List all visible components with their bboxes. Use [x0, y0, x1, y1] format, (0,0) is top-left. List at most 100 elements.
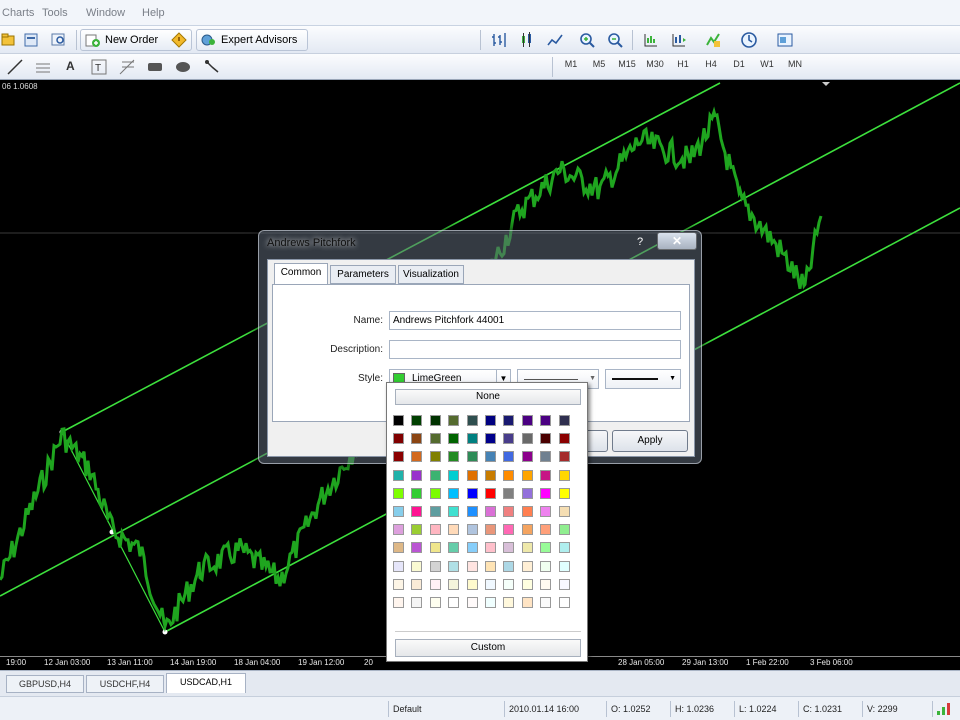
- color-swatch-cell[interactable]: [466, 506, 478, 517]
- tab-usdchf[interactable]: USDCHF,H4: [86, 675, 164, 693]
- color-swatch-cell[interactable]: [521, 560, 533, 572]
- color-swatch-cell[interactable]: [485, 487, 496, 499]
- timeframe-mn[interactable]: MN: [783, 59, 807, 69]
- color-swatch-cell[interactable]: [393, 542, 404, 554]
- fibonacci-tool-icon[interactable]: [118, 58, 136, 76]
- color-swatch-cell[interactable]: [393, 451, 404, 463]
- color-swatch-cell[interactable]: [485, 542, 496, 554]
- text-label-tool-icon[interactable]: T: [90, 58, 108, 76]
- ellipse-tool-icon[interactable]: [174, 58, 192, 76]
- color-swatch-cell[interactable]: [503, 597, 515, 608]
- zoom-in-icon[interactable]: [578, 31, 596, 49]
- color-swatch-cell[interactable]: [485, 451, 496, 463]
- menu-help[interactable]: Help: [142, 7, 165, 19]
- menu-window[interactable]: Window: [86, 7, 125, 19]
- color-swatch-cell[interactable]: [521, 542, 533, 554]
- color-swatch-cell[interactable]: [429, 469, 441, 481]
- apply-button[interactable]: Apply: [612, 430, 688, 452]
- color-swatch-cell[interactable]: [411, 542, 423, 554]
- color-swatch-cell[interactable]: [521, 597, 533, 608]
- color-swatch-cell[interactable]: [521, 487, 533, 499]
- color-swatch-cell[interactable]: [540, 542, 552, 554]
- color-swatch-cell[interactable]: [429, 487, 441, 499]
- zoom-window-icon[interactable]: [50, 31, 68, 49]
- color-swatch-cell[interactable]: [411, 469, 423, 481]
- indicators-icon[interactable]: [704, 31, 722, 49]
- color-swatch-cell[interactable]: [485, 560, 496, 572]
- timeframe-m5[interactable]: M5: [587, 59, 611, 69]
- timeframe-h4[interactable]: H4: [699, 59, 723, 69]
- color-swatch-cell[interactable]: [503, 415, 515, 426]
- color-swatch-cell[interactable]: [558, 469, 570, 481]
- color-swatch-cell[interactable]: [393, 524, 404, 536]
- trendline-tool-icon[interactable]: [6, 58, 24, 76]
- color-swatch-cell[interactable]: [503, 578, 515, 590]
- color-swatch-cell[interactable]: [429, 578, 441, 590]
- color-swatch-cell[interactable]: [448, 469, 460, 481]
- color-swatch-cell[interactable]: [466, 469, 478, 481]
- color-swatch-cell[interactable]: [411, 487, 423, 499]
- color-swatch-cell[interactable]: [411, 560, 423, 572]
- color-swatch-cell[interactable]: [503, 451, 515, 463]
- color-swatch-cell[interactable]: [466, 433, 478, 445]
- color-swatch-cell[interactable]: [540, 578, 552, 590]
- tab-gbpusd[interactable]: GBPUSD,H4: [6, 675, 84, 693]
- color-swatch-cell[interactable]: [558, 524, 570, 536]
- color-swatch-cell[interactable]: [448, 560, 460, 572]
- color-swatch-cell[interactable]: [540, 506, 552, 517]
- color-swatch-cell[interactable]: [540, 560, 552, 572]
- color-swatch-cell[interactable]: [393, 487, 404, 499]
- new-chart-icon[interactable]: [0, 31, 18, 49]
- color-swatch-cell[interactable]: [521, 415, 533, 426]
- tab-parameters[interactable]: Parameters: [330, 265, 396, 284]
- horizontal-line-tool-icon[interactable]: [34, 58, 52, 76]
- color-swatch-cell[interactable]: [540, 469, 552, 481]
- color-swatch-cell[interactable]: [448, 415, 460, 426]
- color-swatch-cell[interactable]: [429, 451, 441, 463]
- color-swatch-cell[interactable]: [448, 524, 460, 536]
- tab-usdcad[interactable]: USDCAD,H1: [166, 673, 246, 693]
- menu-charts[interactable]: Charts: [2, 7, 34, 19]
- color-swatch-cell[interactable]: [466, 597, 478, 608]
- arrows-tool-icon[interactable]: [204, 58, 222, 76]
- color-swatch-cell[interactable]: [558, 542, 570, 554]
- color-swatch-cell[interactable]: [503, 506, 515, 517]
- color-swatch-cell[interactable]: [393, 506, 404, 517]
- color-swatch-cell[interactable]: [393, 597, 404, 608]
- color-swatch-cell[interactable]: [429, 542, 441, 554]
- timeframe-m30[interactable]: M30: [643, 59, 667, 69]
- color-swatch-cell[interactable]: [485, 524, 496, 536]
- color-swatch-cell[interactable]: [411, 451, 423, 463]
- color-swatch-cell[interactable]: [521, 506, 533, 517]
- description-field[interactable]: [389, 340, 681, 359]
- color-swatch-cell[interactable]: [411, 578, 423, 590]
- color-swatch-cell[interactable]: [540, 451, 552, 463]
- color-swatch-cell[interactable]: [558, 506, 570, 517]
- timeframe-m1[interactable]: M1: [559, 59, 583, 69]
- color-swatch-cell[interactable]: [466, 415, 478, 426]
- color-swatch-cell[interactable]: [393, 469, 404, 481]
- templates-icon[interactable]: [776, 31, 794, 49]
- color-swatch-cell[interactable]: [558, 597, 570, 608]
- line-chart-icon[interactable]: [546, 31, 564, 49]
- color-swatch-cell[interactable]: [540, 524, 552, 536]
- channel-tool-icon[interactable]: [146, 58, 164, 76]
- color-swatch-cell[interactable]: [393, 433, 404, 445]
- tab-visualization[interactable]: Visualization: [398, 265, 464, 284]
- color-swatch-cell[interactable]: [558, 578, 570, 590]
- color-swatch-cell[interactable]: [503, 469, 515, 481]
- color-swatch-cell[interactable]: [448, 542, 460, 554]
- color-swatch-cell[interactable]: [429, 597, 441, 608]
- color-swatch-cell[interactable]: [411, 506, 423, 517]
- color-swatch-cell[interactable]: [485, 578, 496, 590]
- color-swatch-cell[interactable]: [521, 469, 533, 481]
- color-swatch-cell[interactable]: [448, 506, 460, 517]
- candlestick-icon[interactable]: [518, 31, 536, 49]
- color-swatch-cell[interactable]: [521, 451, 533, 463]
- chart-shift-icon[interactable]: [642, 31, 660, 49]
- color-swatch-cell[interactable]: [466, 524, 478, 536]
- color-swatch-cell[interactable]: [411, 433, 423, 445]
- timeframe-h1[interactable]: H1: [671, 59, 695, 69]
- color-swatch-cell[interactable]: [558, 560, 570, 572]
- color-swatch-cell[interactable]: [503, 524, 515, 536]
